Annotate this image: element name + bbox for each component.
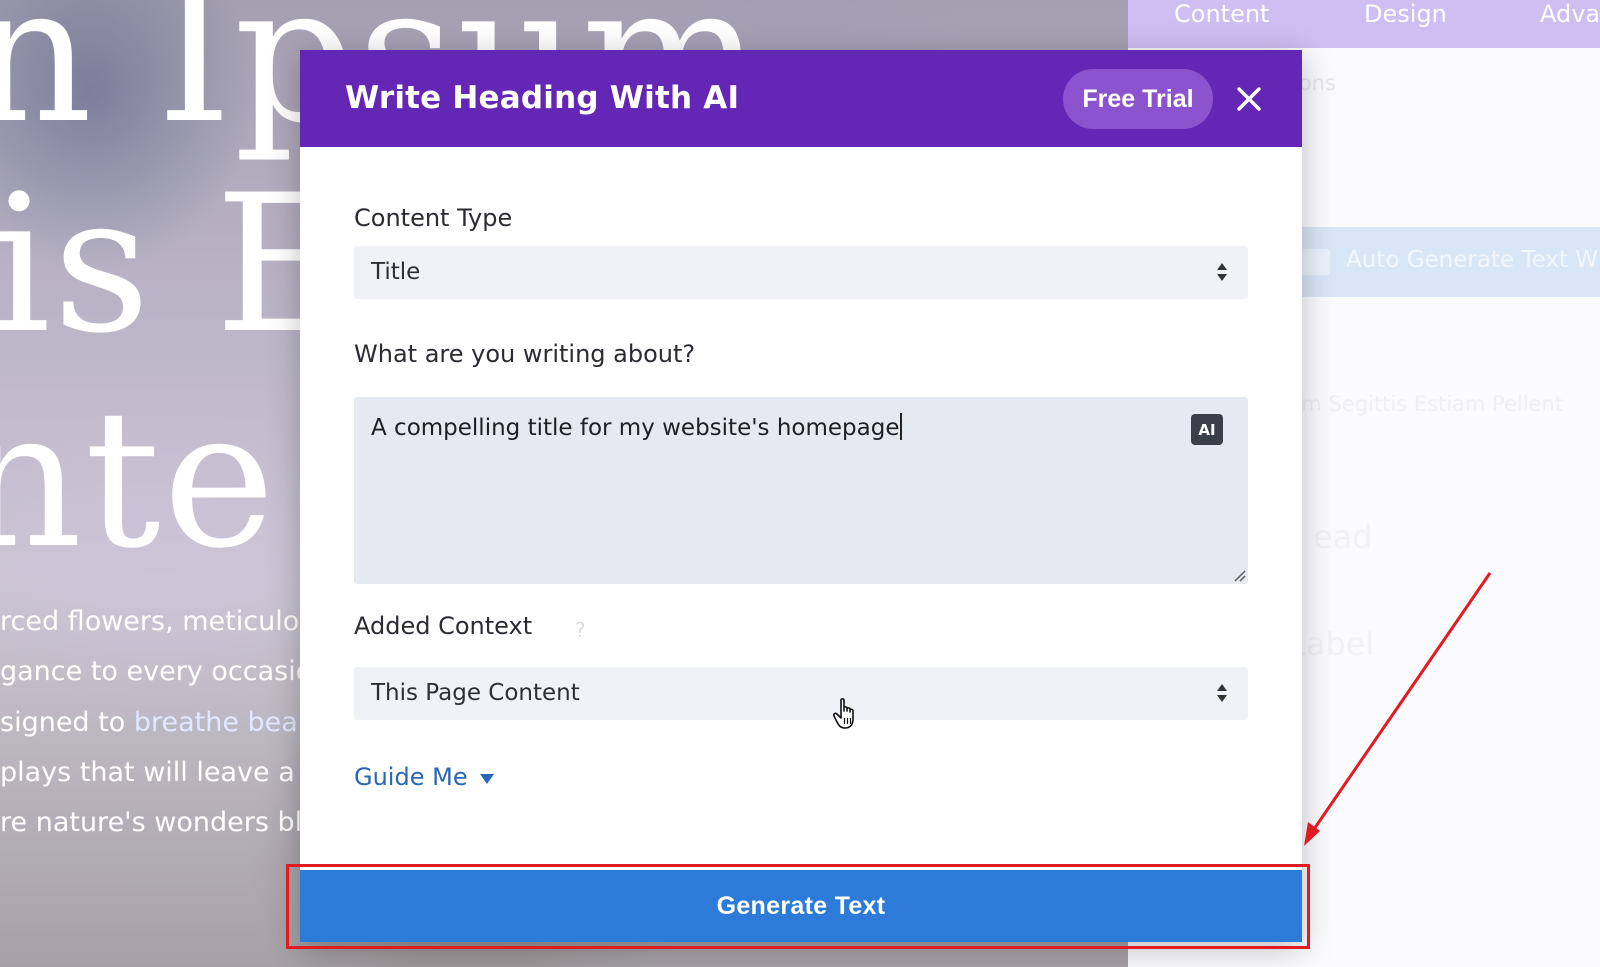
writing-about-textarea[interactable]: A compelling title for my website's home… (354, 397, 1248, 584)
added-context-value: This Page Content (371, 680, 580, 706)
content-type-value: Title (371, 259, 421, 285)
added-context-label: Added Context (354, 612, 533, 640)
writing-about-text: A compelling title for my website's home… (371, 413, 903, 441)
content-type-select[interactable]: Title (354, 246, 1248, 299)
annotation-arrow-icon (1304, 572, 1492, 846)
text-caret (900, 413, 903, 440)
help-icon[interactable]: ? (575, 618, 586, 642)
modal-header: Write Heading With AI Free Trial (300, 50, 1302, 147)
select-arrows-icon (1217, 263, 1227, 281)
close-icon (1237, 87, 1261, 111)
modal-title: Write Heading With AI (345, 80, 740, 116)
resize-grip-icon[interactable] (1232, 568, 1246, 582)
free-trial-button[interactable]: Free Trial (1063, 69, 1213, 129)
annotation-highlight-box (286, 864, 1310, 949)
select-arrows-icon (1217, 684, 1227, 702)
added-context-select[interactable]: This Page Content (354, 667, 1248, 720)
write-heading-ai-modal: Write Heading With AI Free Trial Content… (300, 50, 1302, 942)
close-button[interactable] (1230, 80, 1268, 118)
guide-me-toggle[interactable]: Guide Me (354, 763, 494, 791)
ai-assist-button[interactable]: AI (1191, 414, 1223, 445)
hand-cursor-icon (832, 698, 854, 729)
guide-me-label: Guide Me (354, 763, 468, 791)
writing-about-value: A compelling title for my website's home… (371, 415, 900, 441)
caret-down-icon (479, 773, 494, 784)
writing-about-label: What are you writing about? (354, 340, 696, 368)
content-type-label: Content Type (354, 204, 513, 232)
